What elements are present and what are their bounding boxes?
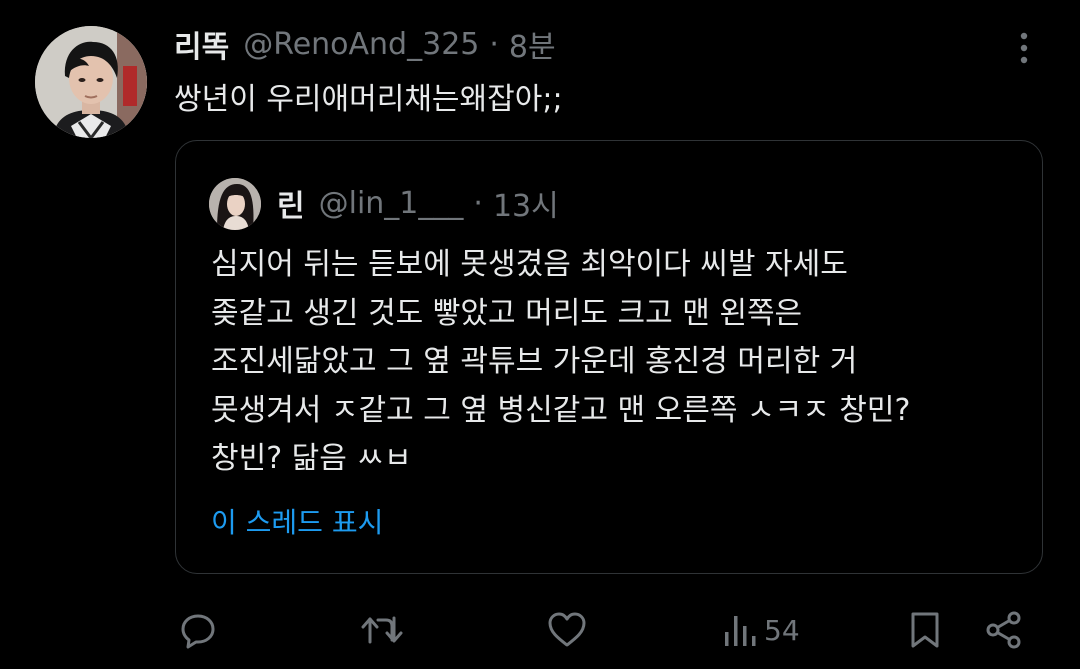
retweet-icon <box>361 616 403 644</box>
share-icon <box>986 611 1021 649</box>
more-options-button[interactable] <box>1004 28 1044 68</box>
separator-dot: · <box>473 185 483 221</box>
heart-icon <box>548 612 586 647</box>
quoted-display-name[interactable]: 린 <box>277 181 305 225</box>
quoted-user-avatar[interactable] <box>209 178 261 230</box>
user-avatar[interactable] <box>35 26 147 138</box>
bookmark-button[interactable] <box>908 604 942 656</box>
quoted-tweet-card[interactable]: 린 @lin_1___ · 13시 심지어 뒤는 듣보에 못생겼음 최악이다 씨… <box>175 140 1043 574</box>
like-button[interactable] <box>546 604 588 656</box>
more-vertical-icon <box>1020 32 1028 64</box>
quoted-timestamp[interactable]: 13시 <box>493 181 559 225</box>
reply-button[interactable] <box>178 604 218 656</box>
quoted-tweet-header: 린 @lin_1___ · 13시 <box>277 181 559 225</box>
bookmark-icon <box>911 612 939 648</box>
separator-dot: · <box>489 26 499 62</box>
tweet-text: 쌍년이 우리애머리채는왜잡아;; <box>174 82 563 117</box>
views-chart-icon <box>725 616 756 646</box>
views-button[interactable]: 54 <box>722 604 800 656</box>
reply-icon <box>181 614 215 649</box>
quoted-user-handle[interactable]: @lin_1___ <box>319 186 464 221</box>
user-photo-avatar-icon <box>209 178 261 230</box>
display-name[interactable]: 리똑 <box>174 22 229 66</box>
timestamp[interactable]: 8분 <box>509 22 556 66</box>
user-photo-avatar-icon <box>35 26 147 138</box>
views-count: 54 <box>764 613 800 647</box>
show-thread-link[interactable]: 이 스레드 표시 <box>211 503 383 543</box>
share-button[interactable] <box>984 604 1024 656</box>
quoted-tweet-text: 심지어 뒤는 듣보에 못생겼음 최악이다 씨발 자세도 좆같고 생긴 것도 빻았… <box>211 247 911 476</box>
tweet-action-bar: 54 <box>0 604 1080 656</box>
user-handle[interactable]: @RenoAnd_325 <box>243 27 479 62</box>
retweet-button[interactable] <box>360 604 404 656</box>
tweet-header: 리똑 @RenoAnd_325 · 8분 <box>174 22 556 66</box>
